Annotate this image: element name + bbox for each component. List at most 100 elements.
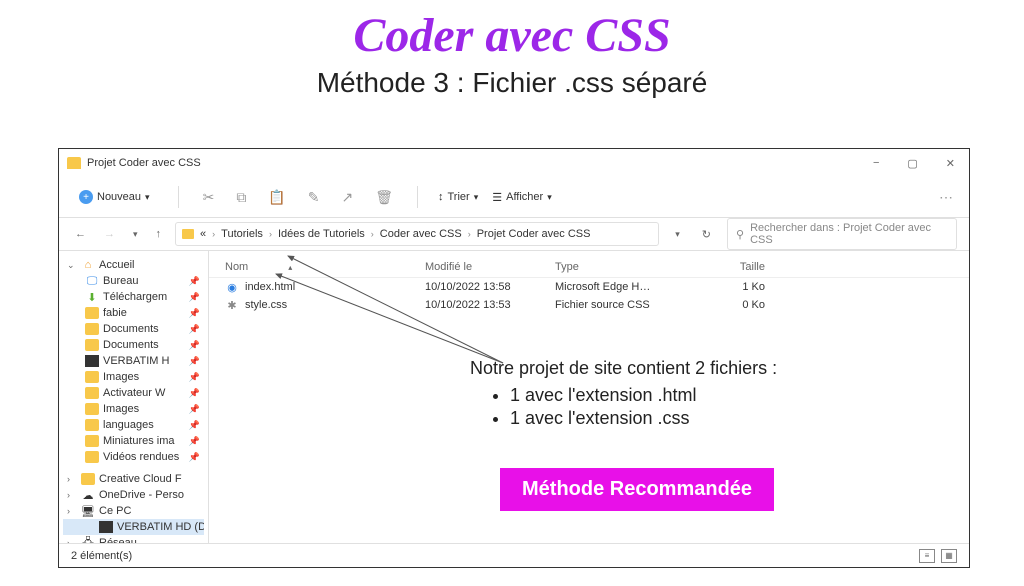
pin-icon: 📌 [189, 308, 200, 319]
breadcrumb-item[interactable]: Idées de Tutoriels [276, 228, 367, 240]
sidebar-item[interactable]: ⬇Téléchargem📌 [63, 289, 204, 305]
share-icon[interactable]: ↗ [337, 185, 357, 210]
sidebar-home[interactable]: ⌄ ⌂ Accueil [63, 257, 204, 273]
up-button[interactable]: ▾ [129, 227, 142, 242]
pin-icon: 📌 [189, 356, 200, 367]
sidebar-item[interactable]: fabie📌 [63, 305, 204, 321]
home-icon: ⌂ [81, 259, 95, 271]
chevron-down-icon: ▾ [145, 192, 150, 203]
sidebar-group-label: Creative Cloud F [99, 473, 182, 485]
sidebar-item[interactable]: languages📌 [63, 417, 204, 433]
divider [178, 186, 179, 208]
caret-icon: › [67, 490, 77, 500]
sidebar-group[interactable]: ›Creative Cloud F [63, 471, 204, 487]
paste-icon[interactable]: 📋 [264, 185, 289, 210]
annotation-item: 1 avec l'extension .html [510, 385, 900, 406]
rename-icon[interactable]: ✎ [304, 185, 324, 210]
sidebar-item-label: Miniatures ima [103, 435, 175, 447]
slide-title: Coder avec CSS [0, 8, 1024, 63]
divider [417, 186, 418, 208]
file-type: Fichier source CSS [555, 299, 685, 311]
sidebar-group[interactable]: ›🖧Réseau [63, 535, 204, 543]
folder-icon [85, 387, 99, 399]
window-title: Projet Coder avec CSS [67, 157, 201, 169]
caret-icon: › [67, 538, 77, 543]
chevron-down-icon: ▾ [474, 192, 479, 203]
folder-blue-icon [85, 371, 99, 383]
sidebar-item[interactable]: Vidéos rendues📌 [63, 449, 204, 465]
view-button[interactable]: ☰ Afficher ▾ [492, 191, 552, 204]
breadcrumb-item[interactable]: Projet Coder avec CSS [475, 228, 593, 240]
column-name[interactable]: Nom▴ [225, 261, 425, 273]
thumbnails-view-icon[interactable]: ▦ [941, 549, 957, 563]
sort-button[interactable]: ↕ Trier ▾ [438, 191, 478, 203]
sidebar-item-label: Documents [103, 339, 159, 351]
cloud-icon: ☁ [81, 489, 95, 501]
sidebar-item-label: languages [103, 419, 154, 431]
pin-icon: 📌 [189, 276, 200, 287]
window-title-text: Projet Coder avec CSS [87, 157, 201, 169]
cut-icon[interactable]: ✂ [199, 185, 219, 210]
pc-icon: 🖥 [81, 505, 95, 517]
file-type: Microsoft Edge H… [555, 281, 685, 293]
annotation-text: Notre projet de site contient 2 fichiers… [470, 358, 900, 431]
delete-icon[interactable]: 🗑 [371, 185, 397, 210]
chevron-right-icon: › [269, 229, 272, 239]
sort-icon: ↕ [438, 191, 444, 203]
sidebar-item-label: Activateur W [103, 387, 165, 399]
maximize-button[interactable]: ▢ [901, 157, 923, 170]
copy-icon[interactable]: ⧉ [232, 185, 250, 210]
sidebar-item-label: Documents [103, 323, 159, 335]
sidebar-item[interactable]: VERBATIM H 📌 [63, 353, 204, 369]
sidebar-item[interactable]: 🖵Bureau📌 [63, 273, 204, 289]
view-icon: ☰ [492, 191, 502, 204]
sidebar-item-label: Bureau [103, 275, 138, 287]
back-button[interactable]: ← [71, 226, 90, 242]
caret-icon: › [67, 506, 77, 516]
sidebar-item[interactable]: Images📌 [63, 401, 204, 417]
forward-button[interactable]: → [100, 226, 119, 242]
minimize-button[interactable]: − [867, 157, 885, 170]
annotation-item: 1 avec l'extension .css [510, 408, 900, 429]
search-placeholder: Rechercher dans : Projet Coder avec CSS [750, 222, 948, 246]
sidebar-item-label: Téléchargem [103, 291, 167, 303]
sidebar-item-label: VERBATIM H [103, 355, 169, 367]
new-button[interactable]: + Nouveau ▾ [71, 187, 158, 207]
sidebar-item[interactable]: Miniatures ima 📌 [63, 433, 204, 449]
up-button[interactable]: ↑ [152, 226, 166, 242]
sidebar-group[interactable]: › 🖥 Ce PC [63, 503, 204, 519]
column-type[interactable]: Type [555, 261, 685, 273]
folder-icon [85, 403, 99, 415]
column-date[interactable]: Modifié le [425, 261, 555, 273]
plus-icon: + [79, 190, 93, 204]
breadcrumb-item[interactable]: Tutoriels [219, 228, 265, 240]
sidebar-group[interactable]: ›☁OneDrive - Perso [63, 487, 204, 503]
sidebar-item[interactable]: Documents📌 [63, 321, 204, 337]
sidebar: ⌄ ⌂ Accueil 🖵Bureau📌⬇Téléchargem📌fabie📌D… [59, 251, 209, 543]
sidebar-item[interactable]: Documents📌 [63, 337, 204, 353]
dropdown-icon[interactable]: ▾ [669, 229, 686, 240]
sidebar-item[interactable]: Images📌 [63, 369, 204, 385]
folder-icon [182, 229, 194, 239]
folder-icon [85, 451, 99, 463]
file-row[interactable]: ✱style.css10/10/2022 13:53Fichier source… [209, 296, 969, 314]
more-icon[interactable]: ⋯ [935, 185, 957, 210]
sidebar-group[interactable]: VERBATIM HD (D [63, 519, 204, 535]
breadcrumb-item[interactable]: « [198, 228, 208, 240]
breadcrumb-item[interactable]: Coder avec CSS [378, 228, 464, 240]
close-button[interactable]: ✕ [940, 157, 961, 170]
file-name: index.html [245, 281, 295, 293]
file-row[interactable]: ◉index.html10/10/2022 13:58Microsoft Edg… [209, 278, 969, 296]
pin-icon: 📌 [189, 436, 200, 447]
html-file-icon: ◉ [225, 280, 239, 294]
sidebar-group-label: Ce PC [99, 505, 131, 517]
sidebar-item[interactable]: Activateur W📌 [63, 385, 204, 401]
column-size[interactable]: Taille [685, 261, 765, 273]
search-input[interactable]: ⚲ Rechercher dans : Projet Coder avec CS… [727, 218, 957, 250]
details-view-icon[interactable]: ≡ [919, 549, 935, 563]
sidebar-label: Accueil [99, 259, 134, 271]
refresh-button[interactable]: ↻ [696, 228, 717, 241]
file-size: 1 Ko [685, 281, 765, 293]
view-label: Afficher [506, 191, 543, 203]
recommended-badge: Méthode Recommandée [500, 468, 774, 511]
